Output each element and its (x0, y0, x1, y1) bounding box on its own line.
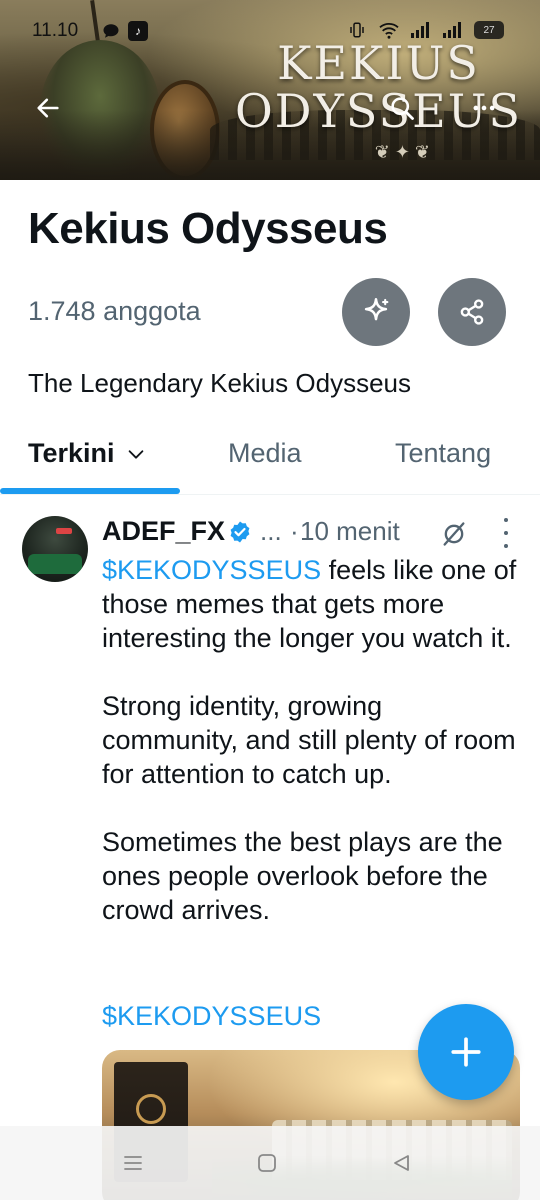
share-icon (460, 299, 484, 325)
community-tabs: Terkini Media Tentang (0, 420, 540, 495)
active-tab-indicator (0, 488, 180, 494)
dot-icon (504, 518, 508, 522)
post-body[interactable]: $KEKODYSSEUS feels like one of those mem… (102, 553, 522, 961)
home-button[interactable] (252, 1148, 282, 1178)
post-paragraph-1: $KEKODYSSEUS feels like one of those mem… (102, 553, 522, 655)
post-header: ADEF_FX ... · 10 menit (102, 516, 522, 552)
community-name: Kekius Odysseus (28, 204, 388, 253)
triangle-back-icon (394, 1155, 409, 1171)
signal-2-icon (442, 19, 464, 41)
wifi-icon (378, 19, 400, 41)
signal-icon (410, 19, 432, 41)
member-count[interactable]: 1.748 anggota (28, 296, 201, 327)
post-more-button[interactable] (500, 518, 512, 548)
status-right-icons: 27 (346, 19, 504, 41)
laurel-icon: ❦ ✦ ❦ (374, 142, 430, 162)
chevron-down-icon (128, 449, 143, 459)
post-author[interactable]: ADEF_FX (102, 516, 225, 547)
tab-terkini-label: Terkini (28, 438, 115, 468)
recent-apps-button[interactable] (118, 1148, 148, 1178)
status-left-icons: ♪ (100, 20, 148, 42)
tiktok-icon: ♪ (128, 21, 148, 41)
cashtag-link-bottom[interactable]: $KEKODYSSEUS (102, 1001, 321, 1032)
tab-tentang[interactable]: Tentang (395, 438, 491, 469)
back-button[interactable] (26, 86, 70, 130)
plus-icon (451, 1037, 481, 1067)
system-navigation-bar (0, 1126, 540, 1200)
post-time[interactable]: 10 menit (300, 516, 400, 547)
community-description: The Legendary Kekius Odysseus (28, 368, 411, 398)
post-paragraph-3: Sometimes the best plays are the ones pe… (102, 827, 503, 925)
post-separator: · (290, 516, 299, 546)
dot-icon (504, 531, 508, 535)
battery-icon: 27 (474, 21, 504, 39)
media-owl-emblem (136, 1094, 166, 1124)
avatar-neon (56, 528, 72, 534)
avatar-table (28, 554, 82, 574)
share-button[interactable] (438, 278, 506, 346)
arrow-left-icon (37, 98, 59, 118)
grok-icon[interactable] (440, 520, 468, 548)
verified-badge-icon (230, 521, 250, 543)
grok-summary-button[interactable] (342, 278, 410, 346)
sparkle-icon (364, 297, 389, 321)
status-time: 11.10 (32, 20, 79, 41)
more-horizontal-icon (473, 105, 495, 111)
dot-icon (504, 544, 508, 548)
post-paragraph-2: Strong identity, growing community, and … (102, 691, 516, 789)
cashtag-link[interactable]: $KEKODYSSEUS (102, 555, 321, 585)
menu-icon (124, 1156, 142, 1170)
chat-bubble-icon (100, 20, 122, 42)
search-icon (391, 97, 414, 120)
tab-terkini[interactable]: Terkini (28, 438, 147, 469)
system-back-button[interactable] (386, 1148, 416, 1178)
compose-button[interactable] (418, 1004, 514, 1100)
status-bar: 11.10 ♪ 27 (0, 0, 540, 62)
more-options-button[interactable] (462, 86, 506, 130)
avatar[interactable] (22, 516, 88, 582)
tab-media[interactable]: Media (228, 438, 302, 469)
search-button[interactable] (380, 86, 424, 130)
post-handle[interactable]: ... (260, 516, 282, 547)
square-icon (258, 1154, 276, 1172)
vibrate-icon (346, 19, 368, 41)
